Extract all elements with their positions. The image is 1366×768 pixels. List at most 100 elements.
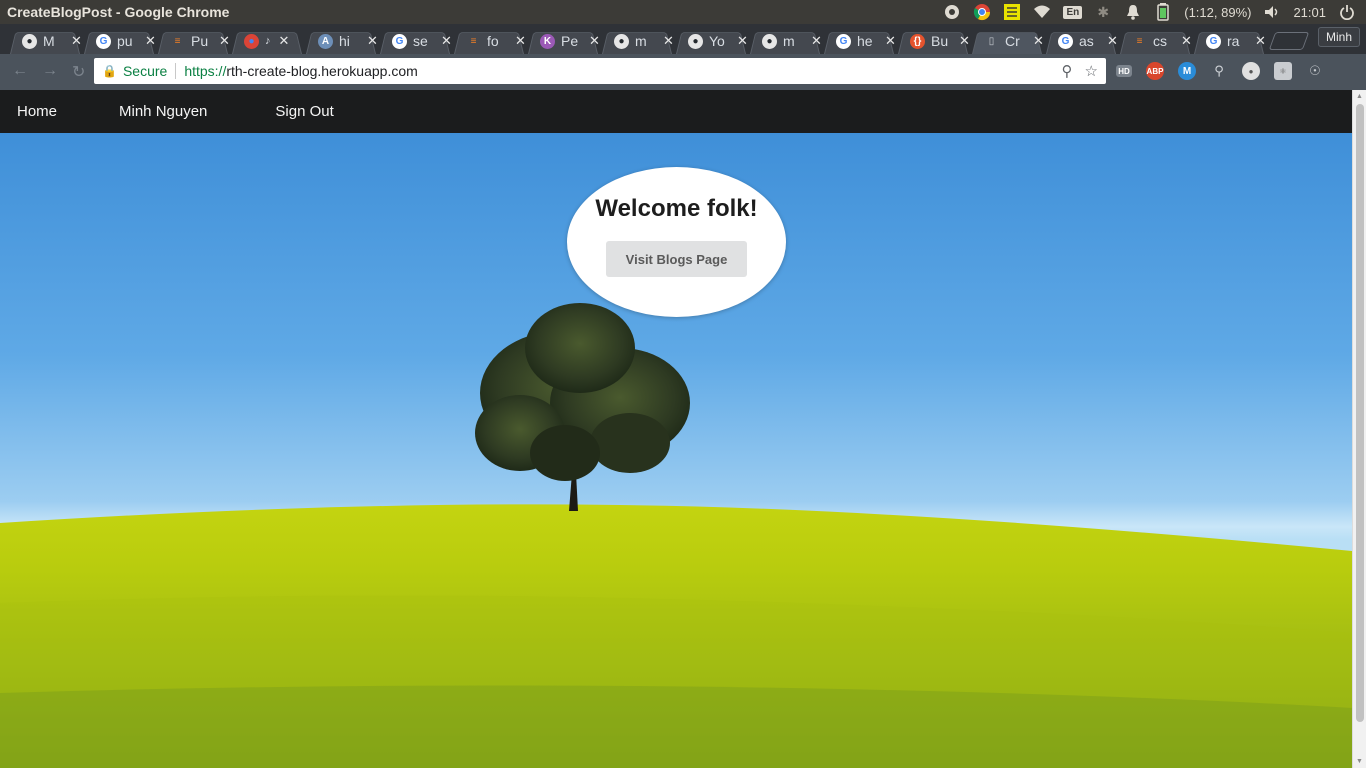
code-icon: {} xyxy=(910,33,925,49)
a-icon: A xyxy=(318,33,333,49)
tab-title: cs xyxy=(1153,33,1167,49)
visit-blogs-button[interactable]: Visit Blogs Page xyxy=(606,241,747,277)
browser-tab[interactable]: ● m ✕ xyxy=(748,28,822,54)
stackoverflow-icon: ≡ xyxy=(174,35,181,47)
tab-title: M xyxy=(43,33,55,49)
tab-title: Pe xyxy=(561,33,579,49)
hero-background: Welcome folk! Visit Blogs Page xyxy=(0,133,1352,768)
tab-close-icon[interactable]: ✕ xyxy=(1255,33,1266,49)
browser-tab[interactable]: ● ♪ ✕ xyxy=(230,28,304,54)
browser-tab[interactable]: Gpu ✕ xyxy=(82,28,156,54)
tab-close-icon[interactable]: ✕ xyxy=(1181,33,1192,49)
battery-icon[interactable] xyxy=(1154,3,1172,21)
tab-close-icon[interactable]: ✕ xyxy=(737,33,748,49)
system-top-bar: CreateBlogPost - Google Chrome En ✱ (1:1… xyxy=(0,0,1366,24)
tab-close-icon[interactable]: ✕ xyxy=(145,33,156,49)
k-icon: K xyxy=(540,33,555,49)
url-scheme: https:// xyxy=(184,63,227,79)
tab-close-icon[interactable]: ✕ xyxy=(663,33,674,49)
tab-title: pu xyxy=(117,33,133,49)
audio-playing-icon[interactable]: ♪ xyxy=(265,35,271,47)
google-icon: G xyxy=(836,33,851,49)
tab-close-icon[interactable]: ✕ xyxy=(589,33,600,49)
nav-home-link[interactable]: Home xyxy=(17,90,57,133)
wifi-icon[interactable] xyxy=(1033,3,1051,21)
github-icon: ● xyxy=(614,33,629,49)
page-viewport: Home Minh Nguyen Sign Out Welcome folk! … xyxy=(0,90,1366,768)
browser-tab[interactable]: Gse ✕ xyxy=(378,28,452,54)
github-icon: ● xyxy=(688,33,703,49)
bluetooth-icon[interactable]: ✱ xyxy=(1094,3,1112,21)
adblock-plus-icon[interactable]: ABP xyxy=(1146,62,1164,80)
tab-title: se xyxy=(413,33,428,49)
disc-extension-icon[interactable]: ● xyxy=(1242,62,1260,80)
browser-tab[interactable]: ▯ Cr ✕ xyxy=(970,28,1044,54)
browser-tab[interactable]: ≡ fo ✕ xyxy=(452,28,526,54)
window-title: CreateBlogPost - Google Chrome xyxy=(7,4,230,20)
tab-title: as xyxy=(1079,33,1094,49)
tab-title: fo xyxy=(487,33,499,49)
scroll-up-arrow-icon[interactable]: ▲ xyxy=(1356,93,1363,100)
google-icon: G xyxy=(1206,33,1221,49)
reload-icon[interactable]: ↻ xyxy=(72,62,85,82)
omnibox-divider xyxy=(175,63,177,79)
tab-close-icon[interactable]: ✕ xyxy=(441,33,452,49)
browser-tab[interactable]: Ahi ✕ xyxy=(304,28,378,54)
tab-close-icon[interactable]: ✕ xyxy=(219,33,230,49)
google-icon: G xyxy=(392,33,407,49)
scrollbar-thumb[interactable] xyxy=(1356,104,1364,722)
forward-arrow-icon[interactable]: → xyxy=(42,62,58,82)
tab-close-icon[interactable]: ✕ xyxy=(367,33,378,49)
new-tab-button[interactable] xyxy=(1268,32,1310,50)
camera-indicator-icon[interactable] xyxy=(943,3,961,21)
tab-close-icon[interactable]: ✕ xyxy=(279,33,290,49)
tab-close-icon[interactable]: ✕ xyxy=(1107,33,1118,49)
vertical-scrollbar[interactable]: ▲ ▼ xyxy=(1352,90,1366,768)
hd-extension-icon[interactable]: HD xyxy=(1116,65,1132,77)
omnibox-actions: ⚲ ☆ xyxy=(1062,62,1098,80)
m-extension-icon[interactable]: M xyxy=(1178,62,1196,80)
browser-tab[interactable]: ≡ cs ✕ xyxy=(1118,28,1192,54)
browser-tab[interactable]: {} Bu ✕ xyxy=(896,28,970,54)
tab-close-icon[interactable]: ✕ xyxy=(959,33,970,49)
system-tray: En ✱ (1:12, 89%) 21:01 xyxy=(943,3,1366,21)
profile-button[interactable]: Minh xyxy=(1317,27,1360,47)
scroll-down-arrow-icon[interactable]: ▼ xyxy=(1356,758,1363,765)
tab-title: Pu xyxy=(191,33,209,49)
tab-title: m xyxy=(635,33,647,49)
welcome-heading: Welcome folk! xyxy=(595,195,758,222)
react-devtools-icon[interactable]: ⚛ xyxy=(1274,62,1292,80)
bookmark-star-icon[interactable]: ☆ xyxy=(1085,62,1098,80)
browser-tab[interactable]: ● m ✕ xyxy=(600,28,674,54)
nav-signout-link[interactable]: Sign Out xyxy=(275,90,333,133)
browser-tab[interactable]: ≡ Pu ✕ xyxy=(156,28,230,54)
notification-bell-icon[interactable] xyxy=(1124,3,1142,21)
key-icon[interactable]: ⚲ xyxy=(1062,62,1073,80)
volume-icon[interactable] xyxy=(1263,3,1281,21)
browser-tab[interactable]: Gra ✕ xyxy=(1192,28,1266,54)
keyboard-layout-indicator[interactable]: En xyxy=(1063,5,1083,19)
nav-user-link[interactable]: Minh Nguyen xyxy=(119,90,207,133)
clock[interactable]: 21:01 xyxy=(1293,5,1326,20)
tab-title: ra xyxy=(1227,33,1240,49)
tab-close-icon[interactable]: ✕ xyxy=(811,33,822,49)
browser-tab[interactable]: ● M ✕ xyxy=(8,28,82,54)
browser-tab[interactable]: Ghe ✕ xyxy=(822,28,896,54)
address-bar[interactable]: 🔒 Secure https:// rth-create-blog.heroku… xyxy=(94,58,1106,84)
back-arrow-icon[interactable]: ← xyxy=(12,62,28,82)
browser-tab[interactable]: K Pe ✕ xyxy=(526,28,600,54)
lock-icon[interactable]: 🔒 xyxy=(102,64,117,78)
notes-icon[interactable] xyxy=(1003,3,1021,21)
tab-close-icon[interactable]: ✕ xyxy=(885,33,896,49)
secure-label[interactable]: Secure xyxy=(123,63,167,79)
settings-extension-icon[interactable]: ☉ xyxy=(1306,62,1324,80)
tab-close-icon[interactable]: ✕ xyxy=(515,33,526,49)
power-icon[interactable] xyxy=(1338,3,1356,21)
search-extension-icon[interactable]: ⚲ xyxy=(1210,62,1228,80)
github-icon: ● xyxy=(762,33,777,49)
chrome-tray-icon[interactable] xyxy=(973,3,991,21)
tab-close-icon[interactable]: ✕ xyxy=(1033,33,1044,49)
tab-close-icon[interactable]: ✕ xyxy=(71,33,82,49)
browser-tab[interactable]: Gas ✕ xyxy=(1044,28,1118,54)
browser-tab[interactable]: ● Yo ✕ xyxy=(674,28,748,54)
